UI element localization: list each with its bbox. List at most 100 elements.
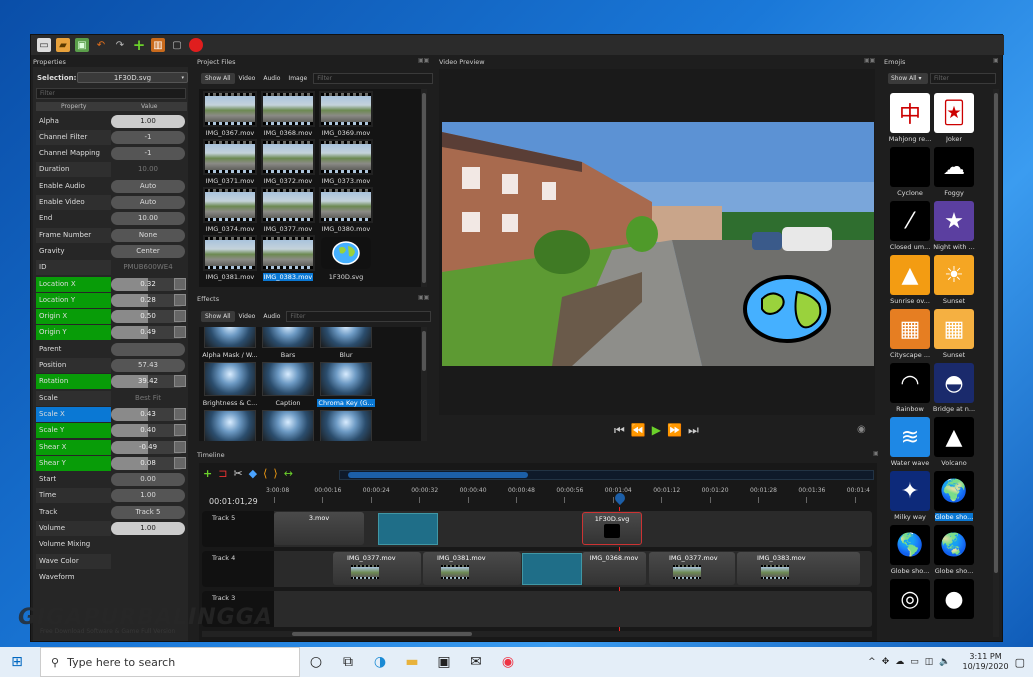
effect-item[interactable]: Caption: [260, 362, 316, 408]
track-4[interactable]: Track 4 IMG_0377.mov IMG_0381.mov IMG_03…: [202, 551, 872, 587]
property-row[interactable]: Enable Video Auto: [36, 195, 187, 211]
properties-filter-input[interactable]: Filter: [36, 88, 186, 99]
property-row[interactable]: Enable Audio Auto: [36, 178, 187, 194]
property-value[interactable]: Center: [111, 244, 185, 258]
effects-filter-input[interactable]: Filter: [286, 311, 432, 322]
track-5[interactable]: Track 5 3.mov 1F30D.svg: [202, 511, 872, 547]
emoji-item[interactable]: ◓ Bridge at n...: [933, 363, 975, 417]
effect-item[interactable]: Chroma Key (G...: [317, 362, 375, 408]
tab-audio[interactable]: Audio: [259, 311, 284, 322]
property-value[interactable]: 1.00: [111, 489, 185, 503]
mail-icon[interactable]: ✉: [460, 654, 492, 670]
redo-icon[interactable]: ↷: [113, 38, 127, 52]
property-value[interactable]: Best Fit: [111, 392, 185, 405]
onedrive-icon[interactable]: ☁: [895, 657, 904, 667]
property-value[interactable]: -0.49: [111, 440, 186, 454]
emoji-item[interactable]: 🃏 Joker: [933, 93, 975, 147]
keyframe-icon[interactable]: [174, 440, 186, 453]
track-3[interactable]: Track 3: [202, 591, 872, 627]
emoji-item[interactable]: ★ Night with ...: [933, 201, 975, 255]
emoji-item[interactable]: ▲ Volcano: [933, 417, 975, 471]
emoji-item[interactable]: 中 Mahjong re...: [889, 93, 931, 147]
tab-show-all[interactable]: Show All: [201, 73, 235, 84]
globe-overlay-icon[interactable]: [742, 274, 832, 344]
property-row[interactable]: Parent: [36, 341, 187, 357]
project-file-item[interactable]: IMG_0374.mov: [202, 187, 258, 234]
keyframe-icon[interactable]: [174, 326, 186, 339]
property-row[interactable]: Wave Color: [36, 553, 187, 569]
property-value[interactable]: 57.43: [111, 359, 185, 372]
fullscreen-icon[interactable]: ▢: [170, 38, 184, 52]
project-file-item[interactable]: IMG_0368.mov: [260, 91, 316, 138]
add-track-icon[interactable]: +: [203, 467, 212, 480]
timeline-clip[interactable]: 3.mov: [274, 512, 364, 545]
property-value[interactable]: 0.28: [111, 293, 186, 307]
keyframe-icon[interactable]: [174, 293, 186, 306]
volume-icon[interactable]: 🔈: [939, 657, 950, 667]
tab-video[interactable]: Video: [235, 311, 260, 322]
razor-icon[interactable]: ✂: [233, 467, 242, 480]
emoji-item[interactable]: Cyclone: [889, 147, 931, 201]
property-value[interactable]: 0.50: [111, 310, 186, 324]
taskbar-clock[interactable]: 3:11 PM 10/19/2020: [962, 652, 1008, 672]
timeline-ruler[interactable]: 3:00:08 00:00:16 00:00:24 00:00:32 00:00:40 0…: [266, 487, 874, 505]
property-value[interactable]: [111, 571, 185, 584]
project-file-item[interactable]: IMG_0369.mov: [318, 91, 374, 138]
taskbar-search-box[interactable]: ⚲ Type here to search: [40, 647, 300, 677]
property-value[interactable]: [111, 342, 185, 356]
emoji-item[interactable]: ▲ Sunrise ov...: [889, 255, 931, 309]
property-row[interactable]: Scale X 0.43: [36, 406, 187, 422]
chrome-icon[interactable]: ◉: [492, 654, 524, 670]
emoji-item[interactable]: ☁ Foggy: [933, 147, 975, 201]
rewind-icon[interactable]: ⏪: [631, 423, 646, 438]
property-row[interactable]: Location Y 0.28: [36, 292, 187, 308]
project-file-item[interactable]: IMG_0377.mov: [260, 187, 316, 234]
property-row[interactable]: Alpha 1.00: [36, 113, 187, 129]
property-row[interactable]: Gravity Center: [36, 243, 187, 259]
effects-scrollbar[interactable]: [421, 327, 427, 441]
property-row[interactable]: Channel Mapping -1: [36, 146, 187, 162]
property-value[interactable]: -1: [111, 147, 185, 161]
fast-forward-icon[interactable]: ⏩: [667, 423, 682, 438]
property-value[interactable]: -1: [111, 130, 185, 144]
property-row[interactable]: End 10.00: [36, 211, 187, 227]
property-row[interactable]: Time 1.00: [36, 488, 187, 504]
property-row[interactable]: Location X 0.32: [36, 276, 187, 292]
property-value[interactable]: 10.00: [111, 212, 185, 226]
tab-audio[interactable]: Audio: [259, 73, 284, 84]
property-row[interactable]: Channel Filter -1: [36, 129, 187, 145]
property-row[interactable]: Shear X -0.49: [36, 439, 187, 455]
save-project-icon[interactable]: ▣: [75, 38, 89, 52]
jump-start-icon[interactable]: ⏮: [614, 423, 625, 438]
property-row[interactable]: Origin X 0.50: [36, 309, 187, 325]
project-files-scrollbar[interactable]: [421, 89, 427, 287]
project-file-item[interactable]: IMG_0383.mov: [260, 235, 316, 282]
transition-clip[interactable]: [522, 553, 582, 585]
dropbox-icon[interactable]: ✥: [882, 657, 890, 667]
emoji-item[interactable]: 🌏 Globe sho...: [933, 525, 975, 579]
task-view-icon[interactable]: ⧉: [332, 654, 364, 670]
effect-item[interactable]: [260, 410, 316, 441]
network-icon[interactable]: ◫: [925, 657, 934, 667]
emoji-item[interactable]: ⁄ Closed um...: [889, 201, 931, 255]
property-value[interactable]: Auto: [111, 196, 185, 209]
property-row[interactable]: ID PMUB600WE4: [36, 260, 187, 276]
property-value[interactable]: 0.43: [111, 407, 186, 421]
dock-controls-icon[interactable]: ▣▣: [864, 57, 875, 64]
keyframe-icon[interactable]: [174, 424, 186, 437]
emoji-item[interactable]: 🌎 Globe sho...: [889, 525, 931, 579]
show-hidden-icons-icon[interactable]: ^: [868, 657, 876, 667]
timeline-clip[interactable]: IMG_0383.mov: [737, 552, 860, 585]
dock-controls-icon[interactable]: ▣: [873, 450, 879, 457]
tab-image[interactable]: Image: [284, 73, 311, 84]
property-value[interactable]: 1.00: [111, 114, 185, 128]
selection-dropdown[interactable]: 1F30D.svg ▾: [77, 72, 188, 83]
video-frame[interactable]: [442, 122, 874, 366]
effect-item[interactable]: Alpha Mask / W...: [202, 327, 258, 360]
property-row[interactable]: Volume 1.00: [36, 521, 187, 537]
effect-item[interactable]: Brightness & C...: [202, 362, 258, 408]
jump-end-icon[interactable]: ⏭: [688, 423, 699, 438]
property-value[interactable]: 10.00: [111, 163, 185, 176]
notifications-icon[interactable]: ▢: [1015, 656, 1025, 669]
property-row[interactable]: Scale Best Fit: [36, 390, 187, 406]
